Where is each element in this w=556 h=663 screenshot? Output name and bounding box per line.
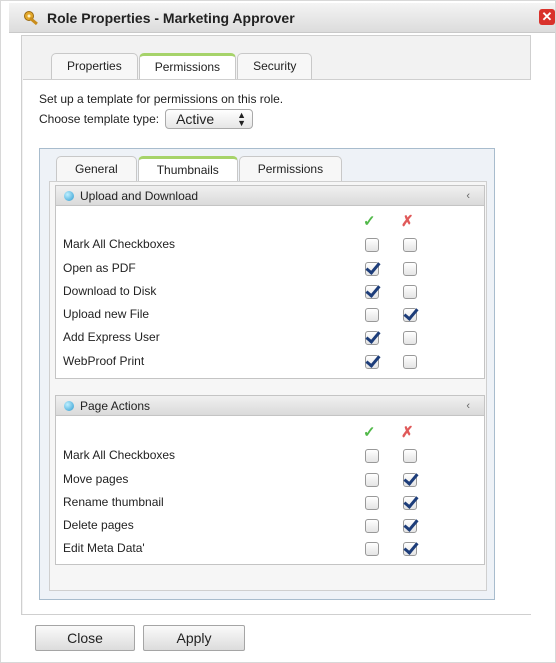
allow-checkbox[interactable]: [365, 308, 379, 322]
tab-security[interactable]: Security: [237, 53, 313, 79]
allow-checkbox[interactable]: [365, 496, 379, 510]
deny-checkbox[interactable]: [403, 308, 417, 322]
allow-checkbox[interactable]: [365, 542, 379, 556]
deny-checkbox[interactable]: [403, 238, 417, 252]
deny-checkbox[interactable]: [403, 355, 417, 369]
section-bullet-icon: [64, 401, 74, 411]
deny-checkbox[interactable]: [403, 262, 417, 276]
allow-check-icon: ✓: [363, 424, 376, 441]
tab-properties[interactable]: Properties: [51, 53, 138, 79]
row-label: Download to Disk: [63, 284, 157, 298]
deny-x-icon: ✗: [401, 213, 414, 230]
allow-checkbox[interactable]: [365, 449, 379, 463]
template-type-select[interactable]: Active ▲ ▼: [165, 109, 254, 129]
deny-checkbox[interactable]: [403, 542, 417, 556]
deny-checkbox[interactable]: [403, 473, 417, 487]
section-header[interactable]: Upload and Download ‹: [56, 186, 484, 206]
section-header[interactable]: Page Actions ‹: [56, 396, 484, 416]
deny-checkbox[interactable]: [403, 519, 417, 533]
row-label: Add Express User: [63, 330, 160, 344]
collapse-chevron-icon[interactable]: ‹: [466, 186, 470, 206]
template-type-row: Choose template type: Active ▲ ▼: [39, 109, 254, 129]
tab-inner-permissions[interactable]: Permissions: [238, 156, 343, 182]
collapse-chevron-icon[interactable]: ‹: [466, 396, 470, 416]
tab-thumbnails[interactable]: Thumbnails: [137, 156, 238, 182]
dialog-title: Role Properties - Marketing Approver: [47, 10, 295, 26]
row-label: Mark All Checkboxes: [63, 448, 176, 462]
allow-checkbox[interactable]: [365, 473, 379, 487]
tab-permissions[interactable]: Permissions: [138, 53, 237, 79]
deny-checkbox[interactable]: [403, 331, 417, 345]
row-label: Edit Meta Data': [63, 541, 145, 555]
allow-checkbox[interactable]: [365, 238, 379, 252]
inner-tab-bar: General Thumbnails Permissions: [56, 156, 343, 182]
role-properties-dialog: Role Properties - Marketing Approver ✕ P…: [0, 0, 556, 663]
section-bullet-icon: [64, 191, 74, 201]
allow-checkbox[interactable]: [365, 262, 379, 276]
row-label: WebProof Print: [63, 354, 145, 368]
section-title: Upload and Download: [80, 189, 199, 203]
deny-checkbox[interactable]: [403, 449, 417, 463]
allow-checkbox[interactable]: [365, 519, 379, 533]
deny-x-icon: ✗: [401, 424, 414, 441]
top-tab-bar: Properties Permissions Security: [51, 53, 313, 79]
template-type-label: Choose template type:: [39, 112, 160, 126]
allow-checkbox[interactable]: [365, 285, 379, 299]
deny-checkbox[interactable]: [403, 285, 417, 299]
row-label: Mark All Checkboxes: [63, 237, 176, 251]
close-icon[interactable]: ✕: [539, 9, 555, 25]
allow-check-icon: ✓: [363, 213, 376, 230]
row-label: Upload new File: [63, 307, 150, 321]
role-key-icon: [24, 11, 38, 26]
allow-checkbox[interactable]: [365, 331, 379, 345]
template-type-value: Active: [176, 111, 215, 127]
close-button[interactable]: Close: [35, 625, 135, 651]
allow-checkbox[interactable]: [365, 355, 379, 369]
row-label: Move pages: [63, 472, 129, 486]
row-label: Delete pages: [63, 518, 134, 532]
apply-button[interactable]: Apply: [143, 625, 245, 651]
upload-download-section: Upload and Download ‹: [55, 185, 485, 379]
tab-general[interactable]: General: [56, 156, 137, 182]
deny-checkbox[interactable]: [403, 496, 417, 510]
title-bar: Role Properties - Marketing Approver ✕: [9, 3, 555, 33]
row-label: Rename thumbnail: [63, 495, 164, 509]
row-label: Open as PDF: [63, 261, 136, 275]
section-title: Page Actions: [80, 399, 151, 413]
select-arrows-icon: ▲ ▼: [237, 110, 247, 128]
template-description: Set up a template for permissions on thi…: [39, 92, 284, 106]
